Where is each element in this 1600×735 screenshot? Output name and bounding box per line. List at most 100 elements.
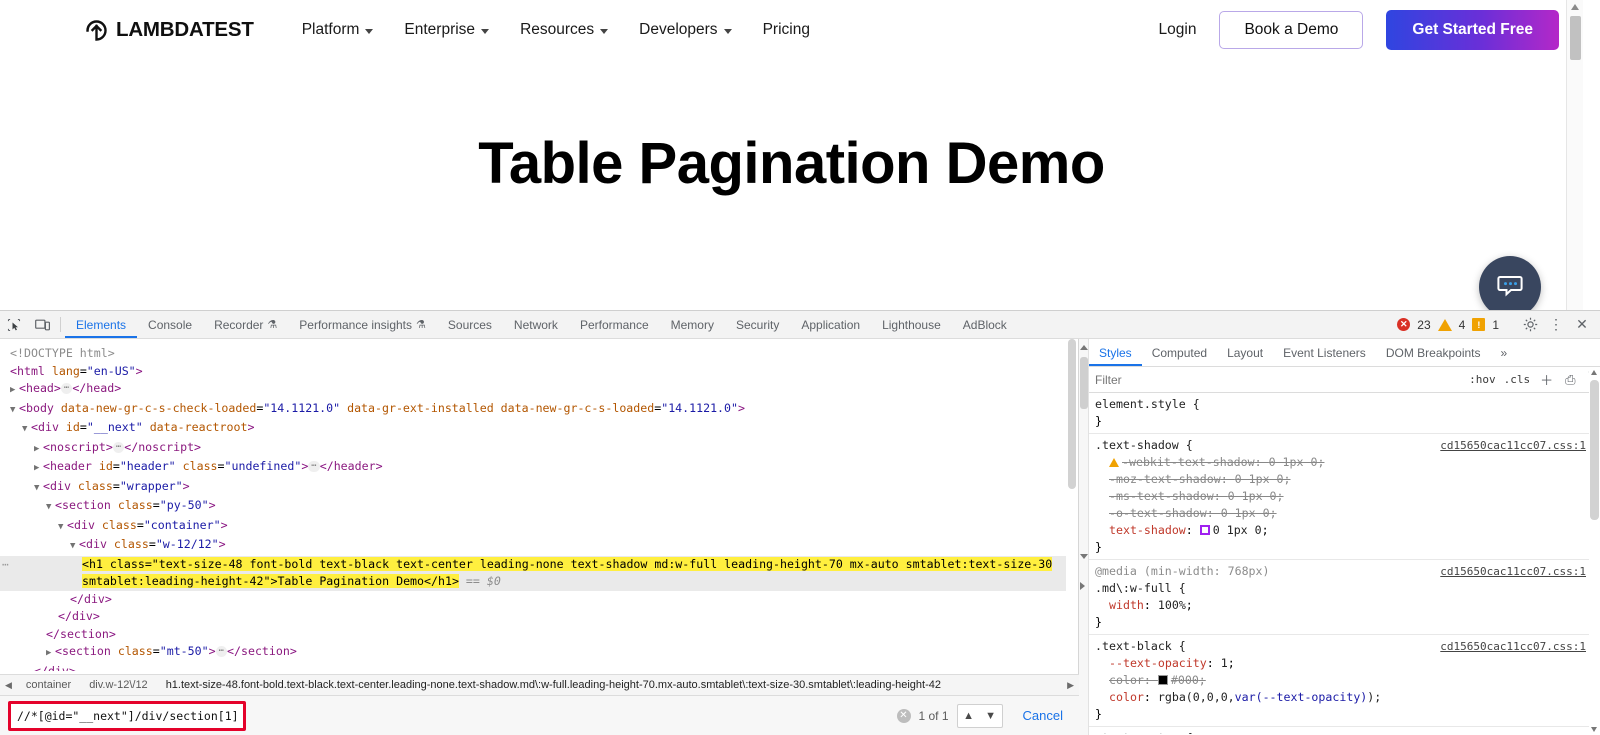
hov-toggle[interactable]: :hov: [1469, 373, 1496, 386]
css-property[interactable]: -webkit-text-shadow: [1122, 455, 1255, 469]
css-rule[interactable]: .text-center {cd15650cac11cc07.css:1}: [1089, 727, 1600, 734]
close-devtools-icon[interactable]: ✕: [1570, 313, 1594, 337]
more-options-icon[interactable]: ⋮: [1544, 313, 1568, 337]
scroll-down-arrow-icon[interactable]: [1591, 727, 1597, 732]
dom-line-h1-highlighted-cont[interactable]: smtablet:leading-height-42">Table Pagina…: [0, 573, 1078, 591]
dom-tree-scrollbar[interactable]: [1066, 339, 1078, 671]
css-selector[interactable]: element.style {: [1095, 397, 1200, 411]
tab-computed[interactable]: Computed: [1142, 339, 1217, 366]
dom-line[interactable]: </section>: [0, 626, 1078, 644]
nav-item-enterprise[interactable]: Enterprise: [404, 21, 490, 39]
css-source-link[interactable]: cd15650cac11cc07.css:1: [1440, 730, 1586, 734]
dom-line[interactable]: ▶ <section class="mt-50"> ⋯ </section>: [0, 643, 1078, 663]
tab-event-listeners[interactable]: Event Listeners: [1273, 339, 1376, 366]
clear-search-icon[interactable]: ✕: [896, 708, 911, 723]
tab-styles[interactable]: Styles: [1089, 339, 1142, 366]
breadcrumb-item-div[interactable]: div.w-12\/12: [80, 679, 157, 691]
breadcrumb-scroll-left-icon[interactable]: ◀: [0, 680, 17, 691]
breadcrumb-scroll-right-icon[interactable]: ▶: [1062, 680, 1079, 691]
dom-scrollbar-thumb[interactable]: [1068, 339, 1076, 489]
search-next-icon[interactable]: ▼: [980, 705, 1002, 727]
tab-security[interactable]: Security: [725, 311, 790, 338]
tab-overflow-more-icon[interactable]: »: [1491, 339, 1518, 366]
shadow-swatch[interactable]: [1199, 525, 1210, 535]
dom-line-h1-highlighted[interactable]: <h1 class="text-size-48 font-bold text-b…: [0, 555, 1078, 573]
css-selector[interactable]: .text-shadow {: [1095, 438, 1193, 452]
breadcrumb-item-container[interactable]: container: [17, 679, 80, 691]
chat-widget-button[interactable]: [1479, 256, 1541, 310]
print-media-icon[interactable]: ⎙: [1563, 372, 1577, 388]
tab-network[interactable]: Network: [503, 311, 569, 338]
expand-sidebar-icon[interactable]: [1080, 582, 1085, 590]
toggle-device-toolbar-icon[interactable]: [28, 311, 56, 338]
dom-line[interactable]: ▶ <head> ⋯ </head>: [0, 380, 1078, 400]
settings-gear-icon[interactable]: [1518, 313, 1542, 337]
css-property[interactable]: color: [1109, 690, 1144, 704]
dom-line[interactable]: ▼ <section class="py-50">: [0, 497, 1078, 517]
css-rules-list[interactable]: element.style {} .text-shadow { cd15650cac…: [1089, 393, 1600, 734]
css-property[interactable]: text-shadow: [1109, 523, 1186, 537]
scroll-up-arrow-icon[interactable]: [1571, 4, 1579, 10]
css-rule[interactable]: .text-shadow {cd15650cac11cc07.css:1 -web…: [1089, 434, 1600, 560]
css-property[interactable]: --text-opacity: [1109, 656, 1207, 670]
styles-filter-input[interactable]: [1093, 371, 1462, 388]
inspect-element-icon[interactable]: [0, 311, 28, 338]
css-declaration[interactable]: -o-text-shadow: 0 1px 0;: [1095, 505, 1600, 522]
nav-item-platform[interactable]: Platform: [302, 21, 374, 39]
dom-line[interactable]: ▼ <div id="__next" data-reactroot>: [0, 419, 1078, 439]
search-input[interactable]: [15, 707, 239, 724]
tab-performance[interactable]: Performance: [569, 311, 660, 338]
css-source-link[interactable]: cd15650cac11cc07.css:1: [1440, 638, 1586, 655]
css-declaration[interactable]: -ms-text-shadow: 0 1px 0;: [1095, 488, 1600, 505]
page-scrollbar-thumb[interactable]: [1570, 16, 1581, 60]
scroll-thumb[interactable]: [1080, 357, 1088, 409]
nav-item-pricing[interactable]: Pricing: [763, 21, 810, 39]
css-value[interactable]: 0 1px 0: [1221, 506, 1270, 520]
css-declaration[interactable]: -webkit-text-shadow: 0 1px 0;: [1095, 454, 1600, 471]
tab-memory[interactable]: Memory: [660, 311, 725, 338]
tab-console[interactable]: Console: [137, 311, 203, 338]
css-rule[interactable]: @media (min-width: 768px) .md\:w-full {cd…: [1089, 560, 1600, 635]
tab-layout[interactable]: Layout: [1217, 339, 1273, 366]
login-link[interactable]: Login: [1159, 21, 1197, 39]
dom-line[interactable]: ▼ <div class="container">: [0, 517, 1078, 537]
dom-line[interactable]: ▶ <header id="header" class="undefined"> ⋯…: [0, 458, 1078, 478]
css-declaration[interactable]: color: rgba(0,0,0,var(--text-opacity));: [1095, 689, 1600, 706]
page-scrollbar[interactable]: [1566, 0, 1583, 310]
dom-line[interactable]: </div>: [0, 663, 1078, 672]
dom-line[interactable]: ▼ <body data-new-gr-c-s-check-loaded="14.…: [0, 400, 1078, 420]
new-style-rule-icon[interactable]: ＋: [1538, 370, 1555, 389]
css-source-link[interactable]: cd15650cac11cc07.css:1: [1440, 437, 1586, 454]
css-declaration[interactable]: color: #000;: [1095, 672, 1600, 689]
dom-line[interactable]: </div>: [0, 591, 1078, 609]
dom-line[interactable]: <!DOCTYPE html>: [0, 345, 1078, 363]
nav-item-resources[interactable]: Resources: [520, 21, 609, 39]
cls-toggle[interactable]: .cls: [1504, 373, 1531, 386]
tab-recorder[interactable]: Recorder ⚗: [203, 311, 288, 338]
search-prev-icon[interactable]: ▲: [958, 705, 980, 727]
cancel-search-button[interactable]: Cancel: [1011, 708, 1071, 723]
tab-elements[interactable]: Elements: [65, 311, 137, 338]
css-value[interactable]: 0 1px 0: [1213, 523, 1262, 537]
color-swatch[interactable]: [1157, 675, 1168, 685]
css-selector[interactable]: .md\:w-full {: [1095, 581, 1186, 595]
scroll-down-arrow-icon[interactable]: [1080, 554, 1088, 559]
issues-badge-group[interactable]: ✕ 23 4 ! 1: [1391, 318, 1505, 332]
scroll-up-arrow-icon[interactable]: [1591, 370, 1597, 375]
tab-application[interactable]: Application: [790, 311, 871, 338]
css-rule[interactable]: element.style {}: [1089, 393, 1600, 434]
css-rule[interactable]: .text-black { cd15650cac11cc07.css:1 --tex…: [1089, 635, 1600, 727]
css-value[interactable]: #000: [1171, 673, 1199, 687]
tab-adblock[interactable]: AdBlock: [952, 311, 1018, 338]
css-value[interactable]: 1: [1221, 656, 1228, 670]
dom-line[interactable]: ▼ <div class="w-12/12">: [0, 536, 1078, 556]
scroll-up-arrow-icon[interactable]: [1080, 345, 1088, 350]
styles-scrollbar-thumb[interactable]: [1590, 380, 1599, 520]
dom-line[interactable]: </div>: [0, 608, 1078, 626]
tab-lighthouse[interactable]: Lighthouse: [871, 311, 952, 338]
dom-line[interactable]: ▼ <div class="wrapper">: [0, 478, 1078, 498]
css-selector[interactable]: .text-black {: [1095, 639, 1186, 653]
css-property[interactable]: color: [1109, 673, 1144, 687]
css-value[interactable]: 0 1px 0: [1269, 455, 1318, 469]
tab-performance-insights[interactable]: Performance insights ⚗: [288, 311, 437, 338]
